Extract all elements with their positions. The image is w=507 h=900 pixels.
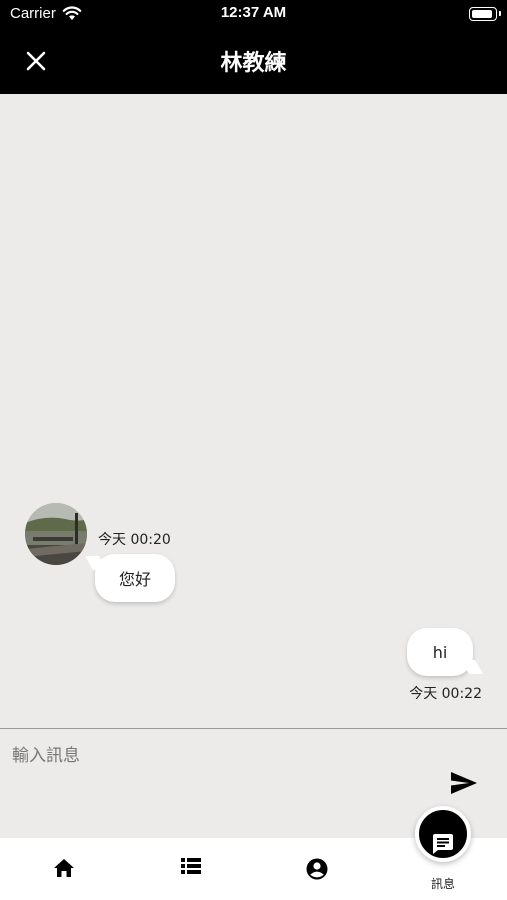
- nav-messages[interactable]: 訊息: [410, 806, 476, 900]
- send-button[interactable]: [450, 771, 480, 797]
- nav-home[interactable]: [40, 838, 88, 900]
- nav-profile[interactable]: [293, 838, 341, 900]
- message-text: hi: [432, 642, 448, 662]
- send-icon: [451, 772, 477, 794]
- status-bar: Carrier 12:37 AM: [0, 0, 507, 28]
- app-bar: 林教練: [0, 28, 507, 94]
- message-input[interactable]: [12, 741, 432, 771]
- outgoing-message-bubble[interactable]: hi: [407, 628, 473, 676]
- message-timestamp: 今天 00:20: [98, 532, 171, 548]
- status-time: 12:37 AM: [220, 4, 287, 21]
- list-icon: [181, 858, 201, 874]
- home-icon: [54, 859, 74, 877]
- battery-icon: [469, 7, 501, 21]
- account-circle-icon: [306, 858, 328, 880]
- nav-messages-label: 訊息: [430, 877, 455, 891]
- page-title: 林教練: [220, 51, 287, 76]
- bottom-nav: 訊息: [0, 806, 507, 900]
- chat-area[interactable]: 今天 00:20 您好 hi 今天 00:22: [0, 94, 507, 728]
- message-timestamp: 今天 00:22: [409, 686, 482, 702]
- messages-fab[interactable]: [415, 806, 471, 862]
- message-text: 您好: [118, 570, 151, 589]
- avatar-photo: [25, 503, 87, 565]
- incoming-message-bubble[interactable]: 您好: [95, 554, 175, 602]
- nav-list[interactable]: [167, 838, 215, 900]
- avatar[interactable]: [25, 503, 87, 565]
- chat-icon: [433, 834, 453, 854]
